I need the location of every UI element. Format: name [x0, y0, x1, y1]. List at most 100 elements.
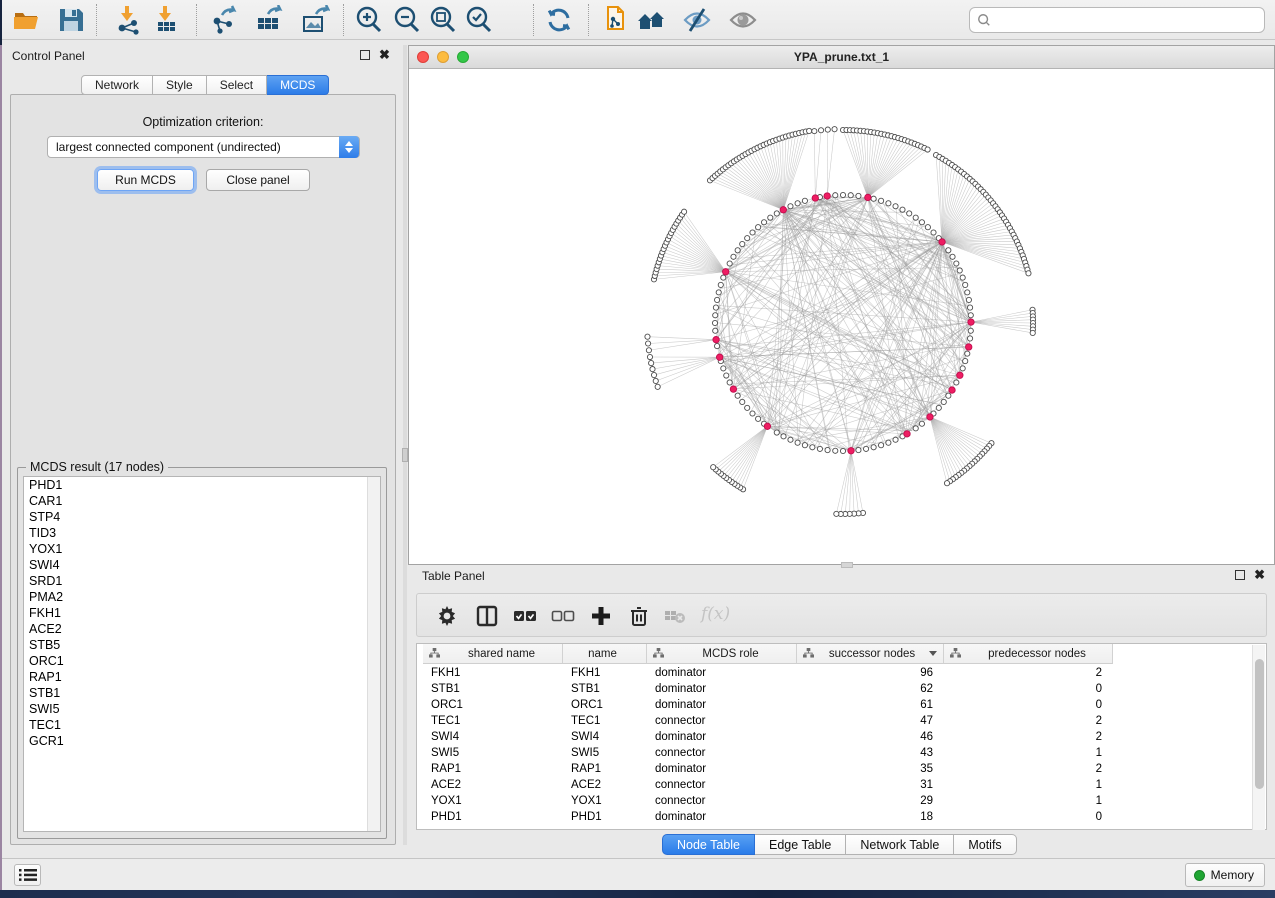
ring-node[interactable] — [950, 254, 955, 259]
ring-node[interactable] — [913, 426, 918, 431]
table-panel-close-icon[interactable]: ✖ — [1254, 570, 1265, 580]
mcds-result-item[interactable]: GCR1 — [24, 733, 380, 749]
ring-node[interactable] — [714, 343, 719, 348]
mcds-result-item[interactable]: PHD1 — [24, 477, 380, 493]
tab-select[interactable]: Select — [207, 75, 267, 95]
control-panel-close-icon[interactable]: ✖ — [379, 50, 390, 60]
mcds-list-scrollbar[interactable] — [367, 477, 380, 831]
cell-name[interactable]: ORC1 — [563, 697, 647, 713]
import-network-icon[interactable] — [114, 5, 144, 35]
cell-mcds-role[interactable]: connector — [647, 713, 797, 729]
table-row[interactable]: YOX1YOX1connector291 — [417, 793, 1267, 809]
mcds-hub-node[interactable] — [865, 194, 871, 200]
column-header-MCDS-role[interactable]: MCDS role — [647, 644, 797, 664]
table-row[interactable]: ORC1ORC1dominator610 — [417, 697, 1267, 713]
delete-column-icon[interactable] — [627, 604, 651, 628]
cell-predecessor-nodes[interactable]: 2 — [944, 713, 1113, 729]
leaf-node[interactable] — [834, 511, 839, 516]
ring-node[interactable] — [893, 204, 898, 209]
table-panel-float-icon[interactable] — [1235, 570, 1245, 580]
mcds-hub-node[interactable] — [723, 269, 729, 275]
run-mcds-button[interactable]: Run MCDS — [97, 169, 194, 191]
leaf-node[interactable] — [681, 209, 686, 214]
leaf-node[interactable] — [807, 128, 812, 133]
cell-shared-name[interactable]: ORC1 — [423, 697, 563, 713]
cell-name[interactable]: ACE2 — [563, 777, 647, 793]
ring-node[interactable] — [960, 275, 965, 280]
ring-node[interactable] — [925, 225, 930, 230]
cell-mcds-role[interactable]: connector — [647, 793, 797, 809]
zoom-out-icon[interactable] — [392, 5, 422, 35]
network-canvas-svg[interactable] — [409, 69, 1274, 564]
ring-node[interactable] — [871, 196, 876, 201]
import-table-icon[interactable] — [152, 5, 182, 35]
table-row[interactable]: SWI4SWI4dominator462 — [417, 729, 1267, 745]
cell-shared-name[interactable]: SWI5 — [423, 745, 563, 761]
mcds-hub-node[interactable] — [716, 354, 722, 360]
close-panel-button[interactable]: Close panel — [206, 169, 310, 191]
cell-mcds-role[interactable]: dominator — [647, 697, 797, 713]
tab-edge-table[interactable]: Edge Table — [755, 834, 846, 855]
cell-predecessor-nodes[interactable]: 0 — [944, 809, 1113, 825]
hide-details-icon[interactable] — [682, 5, 712, 35]
ring-node[interactable] — [941, 399, 946, 404]
ring-node[interactable] — [768, 215, 773, 220]
leaf-node[interactable] — [651, 372, 656, 377]
mcds-hub-node[interactable] — [713, 337, 719, 343]
cell-shared-name[interactable]: ACE2 — [423, 777, 563, 793]
cell-predecessor-nodes[interactable]: 1 — [944, 793, 1113, 809]
table-row[interactable]: TEC1TEC1connector472 — [417, 713, 1267, 729]
mcds-result-item[interactable]: TID3 — [24, 525, 380, 541]
ring-node[interactable] — [919, 220, 924, 225]
mcds-result-item[interactable]: SRD1 — [24, 573, 380, 589]
cell-predecessor-nodes[interactable]: 0 — [944, 697, 1113, 713]
ring-node[interactable] — [965, 290, 970, 295]
mcds-hub-node[interactable] — [848, 448, 854, 454]
leaf-node[interactable] — [650, 366, 655, 371]
mcds-hub-node[interactable] — [939, 239, 945, 245]
ring-node[interactable] — [788, 204, 793, 209]
ring-node[interactable] — [878, 443, 883, 448]
ring-node[interactable] — [740, 399, 745, 404]
cell-successor-nodes[interactable]: 46 — [797, 729, 944, 745]
cell-mcds-role[interactable]: dominator — [647, 809, 797, 825]
ring-node[interactable] — [712, 320, 717, 325]
ring-node[interactable] — [878, 198, 883, 203]
leaf-node[interactable] — [649, 360, 654, 365]
column-header-name[interactable]: name — [563, 644, 647, 664]
table-row[interactable]: FKH1FKH1dominator962 — [417, 665, 1267, 681]
column-header-predecessor-nodes[interactable]: predecessor nodes — [944, 644, 1113, 664]
ring-node[interactable] — [963, 358, 968, 363]
cell-successor-nodes[interactable]: 62 — [797, 681, 944, 697]
ring-node[interactable] — [781, 434, 786, 439]
ring-node[interactable] — [840, 192, 845, 197]
ring-node[interactable] — [967, 305, 972, 310]
table-row[interactable]: ACE2ACE2connector311 — [417, 777, 1267, 793]
cell-predecessor-nodes[interactable]: 2 — [944, 729, 1113, 745]
ring-node[interactable] — [931, 230, 936, 235]
ring-node[interactable] — [802, 198, 807, 203]
network-file-icon[interactable] — [600, 5, 630, 35]
tab-style[interactable]: Style — [153, 75, 207, 95]
leaf-node[interactable] — [645, 341, 650, 346]
cell-shared-name[interactable]: SWI4 — [423, 729, 563, 745]
ring-node[interactable] — [848, 193, 853, 198]
ring-node[interactable] — [833, 448, 838, 453]
ring-node[interactable] — [750, 230, 755, 235]
search-box[interactable] — [969, 7, 1265, 33]
zoom-fit-icon[interactable] — [428, 5, 458, 35]
ring-node[interactable] — [713, 305, 718, 310]
ring-node[interactable] — [727, 380, 732, 385]
mcds-result-item[interactable]: PMA2 — [24, 589, 380, 605]
cell-mcds-role[interactable]: connector — [647, 745, 797, 761]
mcds-hub-node[interactable] — [957, 372, 963, 378]
mcds-hub-node[interactable] — [824, 193, 830, 199]
mcds-hub-node[interactable] — [764, 423, 770, 429]
ring-node[interactable] — [740, 241, 745, 246]
export-table-icon[interactable] — [254, 5, 284, 35]
mcds-result-item[interactable]: ORC1 — [24, 653, 380, 669]
cell-name[interactable]: TEC1 — [563, 713, 647, 729]
leaf-node[interactable] — [825, 127, 830, 132]
table-settings-icon[interactable] — [435, 604, 459, 628]
cell-predecessor-nodes[interactable]: 2 — [944, 665, 1113, 681]
